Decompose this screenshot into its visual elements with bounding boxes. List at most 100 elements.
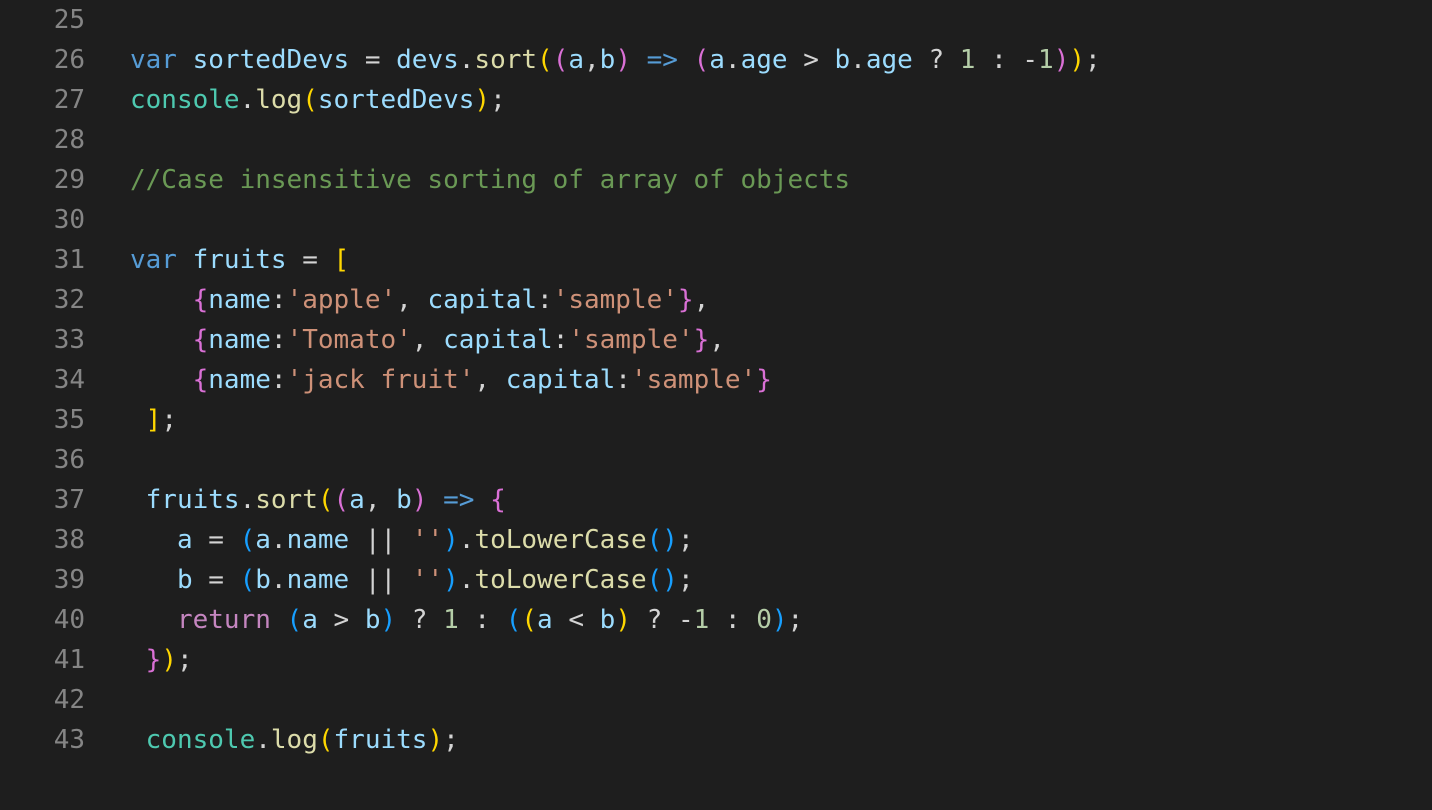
code-text[interactable]: console.log(fruits); [130,720,459,760]
code-token: 'apple' [286,285,397,315]
code-token: a [537,605,553,635]
code-token: - [677,605,694,635]
code-token: 'jack fruit' [286,365,475,395]
code-token: ) [771,605,788,635]
line-number: 31 [53,245,85,275]
code-line[interactable]: 32 {name:'apple', capital:'sample'}, [0,280,1432,320]
code-token: > [317,605,365,635]
code-token: || [349,565,412,595]
code-token: console [145,725,256,755]
code-line[interactable]: 37 fruits.sort((a, b) => { [0,480,1432,520]
code-line[interactable]: 29 //Case insensitive sorting of array of… [0,160,1432,200]
code-line[interactable]: 33 {name:'Tomato', capital:'sample'}, [0,320,1432,360]
code-line[interactable]: 27 console.log(sortedDevs); [0,80,1432,120]
code-token: ) [443,565,459,595]
code-line[interactable]: 38 a = (a.name || '').toLowerCase(); [0,520,1432,560]
code-token: b [176,565,193,595]
line-number: 37 [53,485,85,515]
code-line[interactable]: 41 }); [0,640,1432,680]
code-token: ( [552,45,569,75]
code-text[interactable]: {name:'apple', capital:'sample'}, [130,280,710,320]
line-number: 29 [53,165,85,195]
code-line[interactable]: 25 [0,0,1432,40]
code-token: } [693,325,710,355]
code-token: { [490,485,506,515]
code-token: capital [505,365,616,395]
code-text[interactable]: a = (a.name || '').toLowerCase(); [130,520,694,560]
code-token: ] [145,405,162,435]
code-token: ; [161,405,177,435]
code-text[interactable]: b = (b.name || '').toLowerCase(); [130,560,694,600]
code-token: b [364,605,381,635]
code-token: capital [427,285,538,315]
code-line[interactable]: 36 [0,440,1432,480]
code-token: : [270,325,287,355]
code-line[interactable]: 39 b = (b.name || '').toLowerCase(); [0,560,1432,600]
code-text[interactable]: var fruits = [ [130,240,349,280]
code-token: : [270,365,287,395]
code-token: => [646,45,678,75]
code-text[interactable]: {name:'jack fruit', capital:'sample'} [130,360,772,400]
code-line[interactable]: 26 var sortedDevs = devs.sort((a,b) => (a… [0,40,1432,80]
code-token: b [396,485,412,515]
line-number: 27 [53,85,85,115]
code-text[interactable]: var sortedDevs = devs.sort((a,b) => (a.a… [130,40,1101,80]
code-token: { [192,365,209,395]
code-token: . [255,725,271,755]
code-token: name [208,365,271,395]
code-token: ) [615,605,631,635]
code-text[interactable]: //Case insensitive sorting of array of o… [130,160,850,200]
code-line[interactable]: 34 {name:'jack fruit', capital:'sample'} [0,360,1432,400]
code-token: : [709,605,757,635]
code-token: name [286,525,350,555]
line-number: 38 [53,525,85,555]
code-token: 1 [443,605,459,635]
code-text[interactable]: }); [130,640,193,680]
line-number: 32 [53,285,85,315]
code-line[interactable]: 42 [0,680,1432,720]
code-token: ) [474,85,491,115]
code-token: = [286,245,334,275]
code-token: return [176,605,271,635]
code-token: ) [380,605,397,635]
code-token: ; [1085,45,1101,75]
code-text[interactable]: fruits.sort((a, b) => { [130,480,506,520]
code-token: ; [176,645,193,675]
code-token: ( [521,605,538,635]
code-line[interactable]: 30 [0,200,1432,240]
code-token: , [693,285,710,315]
code-line[interactable]: 40 return (a > b) ? 1 : ((a < b) ? -1 : … [0,600,1432,640]
code-token: > [787,45,835,75]
code-token: . [850,45,866,75]
line-number: 28 [53,125,85,155]
code-token: = [192,565,240,595]
code-token: ( [646,525,663,555]
code-text[interactable]: {name:'Tomato', capital:'sample'}, [130,320,725,360]
code-token: = [349,45,397,75]
code-token: : [615,365,631,395]
line-number: 39 [53,565,85,595]
code-token: ; [677,525,694,555]
code-line[interactable]: 28 [0,120,1432,160]
code-token: , [396,285,428,315]
code-token: , [474,365,506,395]
code-token: b [599,605,616,635]
code-text[interactable]: ]; [130,400,177,440]
code-token: . [239,485,256,515]
code-line[interactable]: 35 ]; [0,400,1432,440]
line-number: 26 [53,45,85,75]
code-token: name [208,325,271,355]
code-token: ) [662,525,678,555]
code-line[interactable]: 31 var fruits = [ [0,240,1432,280]
line-number: 40 [53,605,85,635]
code-token: 'sample' [630,365,757,395]
line-number: 36 [53,445,85,475]
code-editor[interactable]: 25 26 var sortedDevs = devs.sort((a,b) => … [0,0,1432,810]
code-text[interactable]: console.log(sortedDevs); [130,80,506,120]
code-token: devs [396,45,459,75]
code-text[interactable]: return (a > b) ? 1 : ((a < b) ? -1 : 0); [130,600,803,640]
code-line[interactable]: 43 console.log(fruits); [0,720,1432,760]
